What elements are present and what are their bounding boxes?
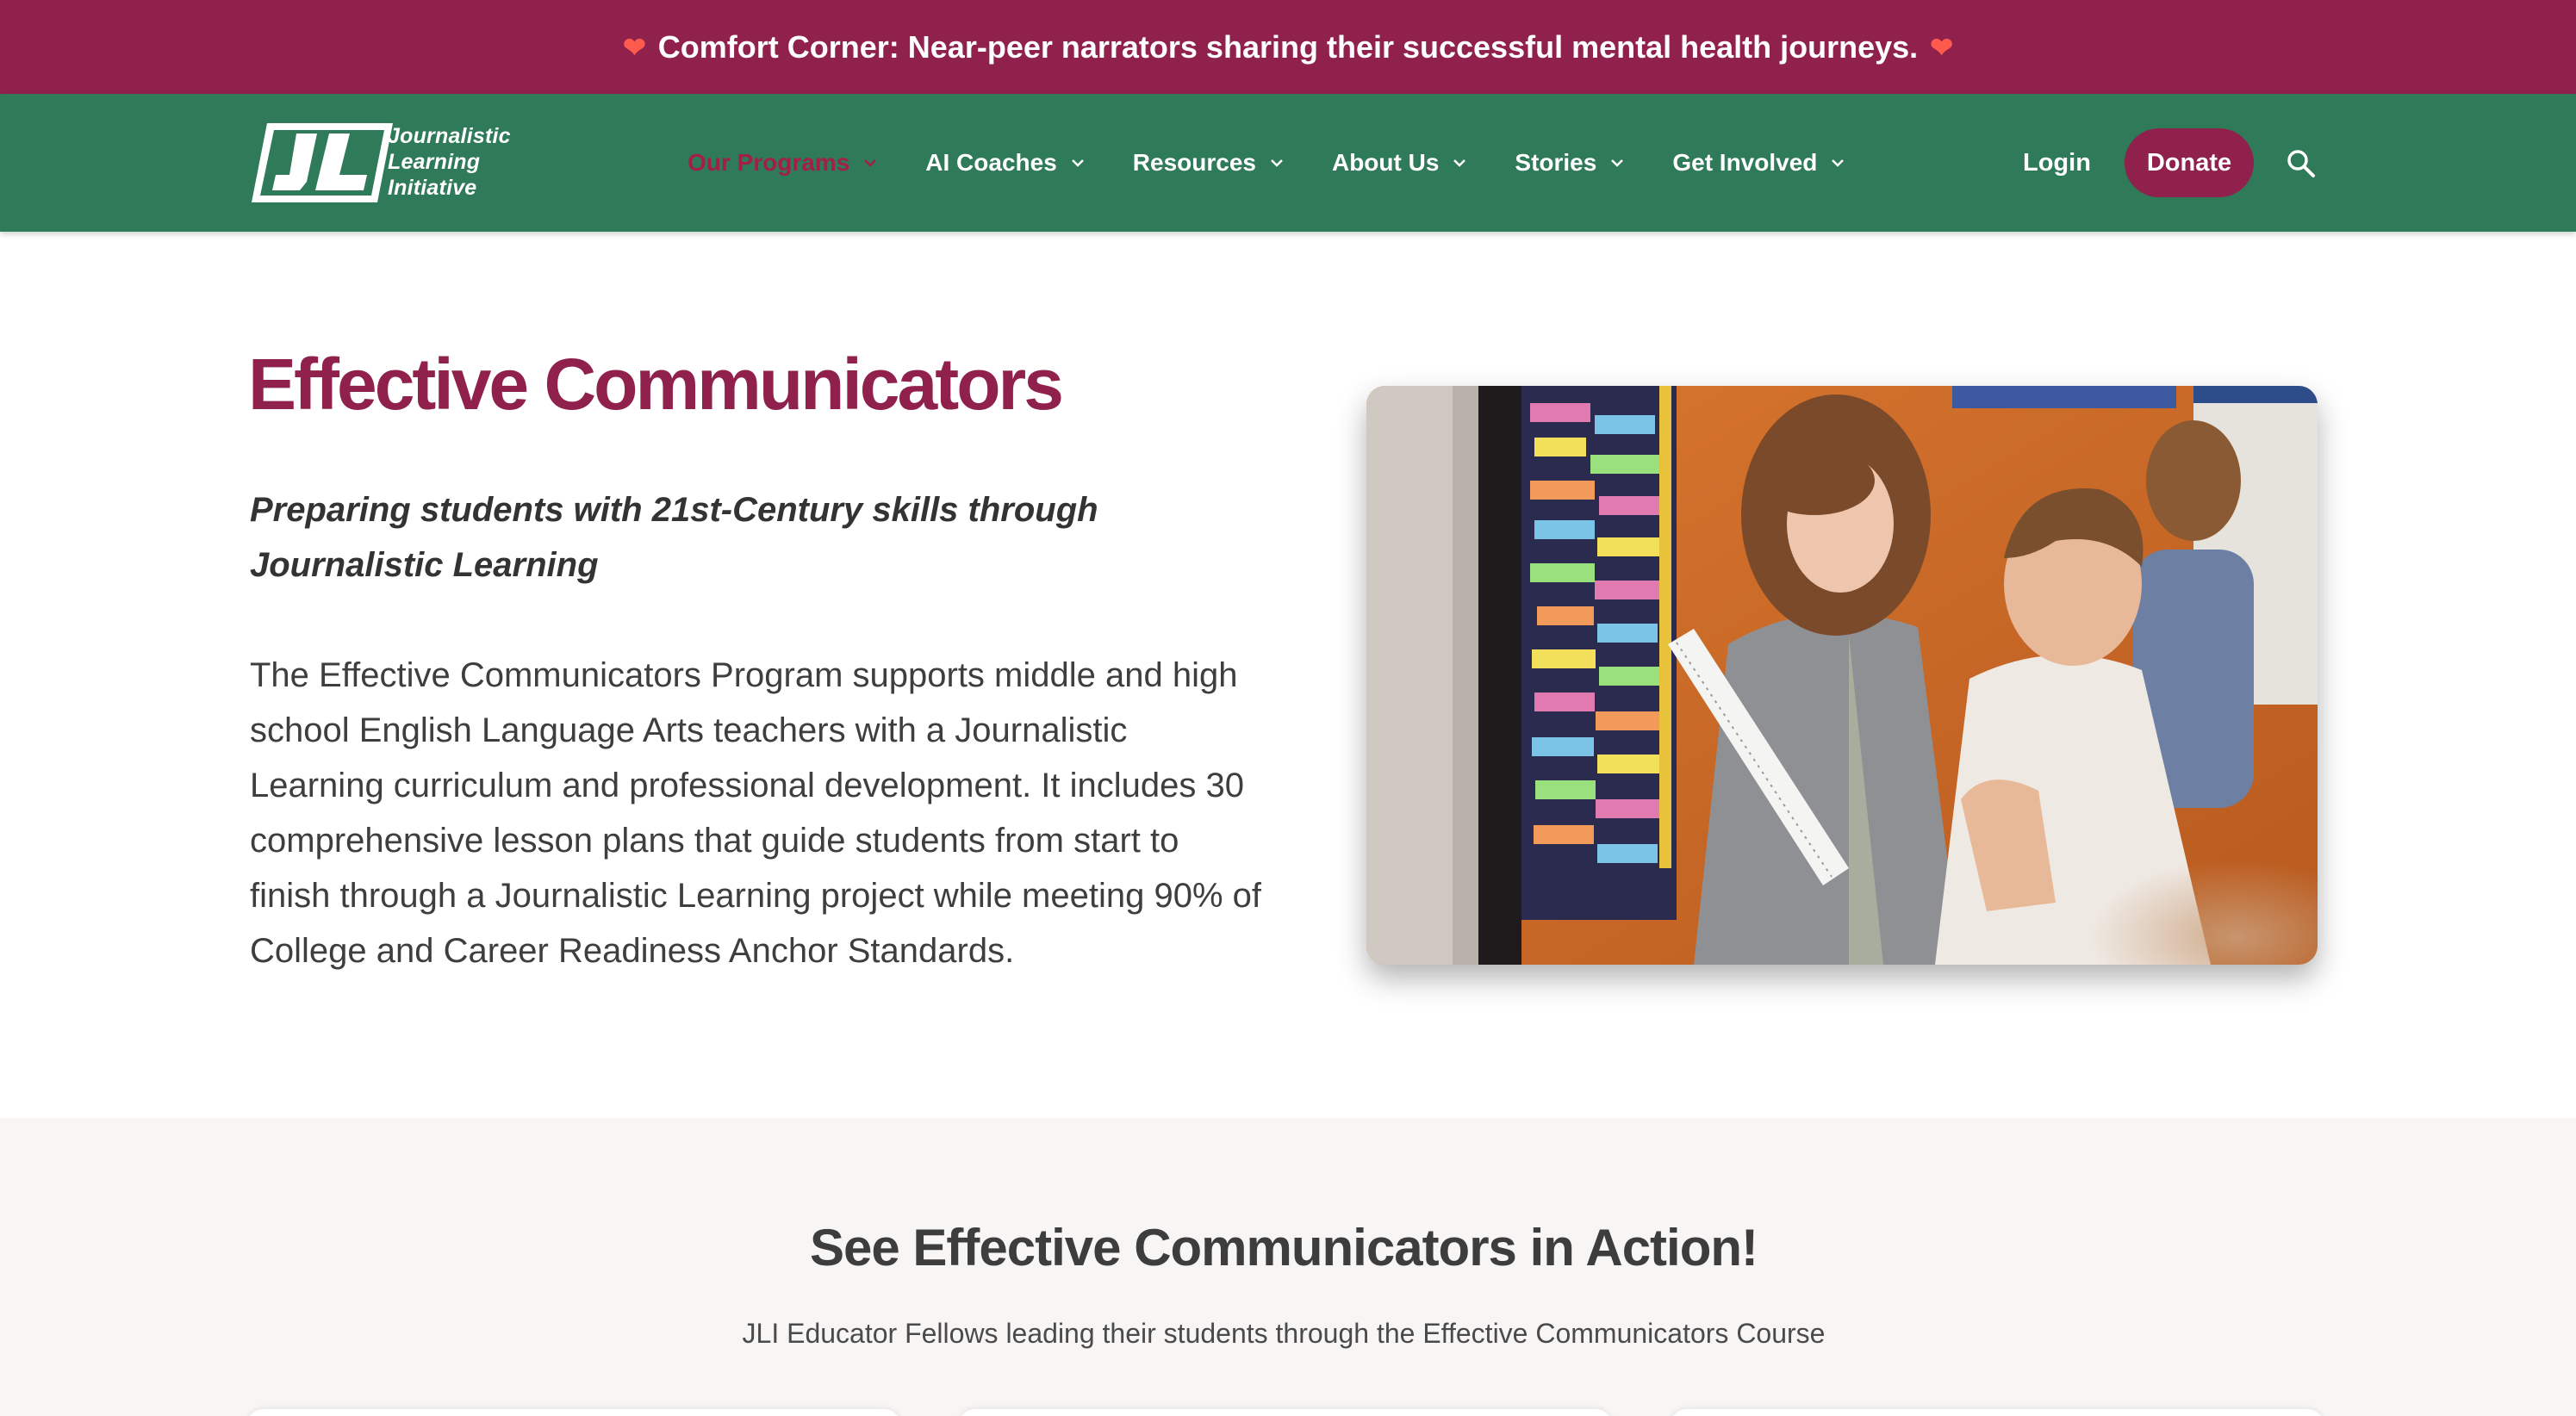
action-section: See Effective Communicators in Action! J… xyxy=(0,1118,2576,1416)
nav-item-label: Stories xyxy=(1515,149,1597,176)
nav-item-our-programs[interactable]: Our Programs xyxy=(688,149,877,177)
logo-line: Initiative xyxy=(388,176,477,200)
nav-item-ai-coaches[interactable]: AI Coaches xyxy=(925,149,1085,177)
nav-item-get-involved[interactable]: Get Involved xyxy=(1672,149,1845,177)
hero-subtitle: Preparing students with 21st-Century ski… xyxy=(250,491,1098,584)
nav-item-resources[interactable]: Resources xyxy=(1133,149,1284,177)
logo-wordmark: Journalistic Learning Initiative xyxy=(388,123,511,201)
site-header: Journalistic Learning Initiative Our Pro… xyxy=(0,94,2576,232)
site-logo[interactable]: Journalistic Learning Initiative xyxy=(248,121,541,208)
hero-photo-students-reading xyxy=(1366,386,2318,965)
nav-item-label: AI Coaches xyxy=(925,149,1057,176)
video-card[interactable] xyxy=(246,1409,901,1416)
page-title: Effective Communicators xyxy=(248,344,1064,425)
nav-item-about-us[interactable]: About Us xyxy=(1332,149,1466,177)
video-card[interactable] xyxy=(1670,1409,2324,1416)
nav-item-label: About Us xyxy=(1331,149,1440,176)
chevron-down-icon xyxy=(1071,156,1085,170)
announcement-text[interactable]: Comfort Corner: Near-peer narrators shar… xyxy=(658,29,1918,65)
hero-description: The Effective Communicators Program supp… xyxy=(250,656,1262,970)
page: ❤ Comfort Corner: Near-peer narrators sh… xyxy=(0,0,2576,1416)
video-card[interactable] xyxy=(958,1409,1613,1416)
jli-logo-mark xyxy=(252,123,393,202)
heart-icon: ❤ xyxy=(622,31,646,63)
logo-line: Journalistic xyxy=(388,124,511,148)
chevron-down-icon xyxy=(1610,156,1624,170)
chevron-down-icon xyxy=(1270,156,1284,170)
search-icon[interactable] xyxy=(2285,147,2318,180)
chevron-down-icon xyxy=(1453,156,1466,170)
announcement-banner[interactable]: ❤ Comfort Corner: Near-peer narrators sh… xyxy=(0,0,2576,94)
login-link[interactable]: Login xyxy=(2023,94,2091,232)
chevron-down-icon xyxy=(863,156,877,170)
heart-icon: ❤ xyxy=(1930,31,1953,63)
donate-button[interactable]: Donate xyxy=(2125,128,2254,197)
section-title: See Effective Communicators in Action! xyxy=(809,1219,1758,1276)
nav-item-label: Get Involved xyxy=(1672,149,1818,176)
chevron-down-icon xyxy=(1831,156,1845,170)
nav-item-label: Resources xyxy=(1132,149,1256,176)
main-nav: Our Programs AI Coaches Resources About … xyxy=(688,94,1893,232)
section-subtitle: JLI Educator Fellows leading their stude… xyxy=(742,1318,1826,1349)
logo-line: Learning xyxy=(388,150,481,174)
nav-item-label: Our Programs xyxy=(688,149,850,176)
nav-item-stories[interactable]: Stories xyxy=(1515,149,1624,177)
